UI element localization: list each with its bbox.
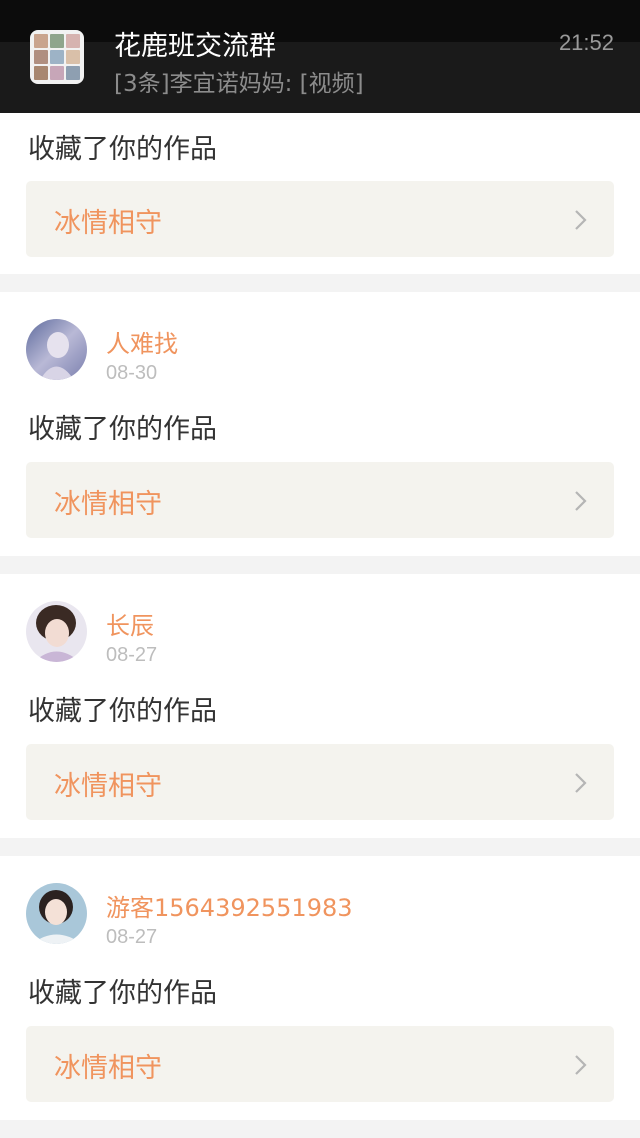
work-title: 冰情相守 — [54, 208, 162, 239]
chevron-right-icon — [575, 491, 587, 511]
notification-subtitle: [3条]李宜诺妈妈: [视频] — [114, 71, 364, 97]
work-title: 冰情相守 — [54, 771, 162, 802]
date: 08-27 — [106, 644, 158, 666]
feed-card: 游客1564392551983 08-27 收藏了你的作品 冰情相守 — [0, 856, 640, 1120]
chevron-right-icon — [575, 1055, 587, 1075]
work-link[interactable]: 冰情相守 — [26, 462, 614, 538]
feed-card: 长辰 08-27 收藏了你的作品 冰情相守 — [0, 574, 640, 838]
work-title: 冰情相守 — [54, 489, 162, 520]
feed-card: 收藏了你的作品 冰情相守 — [0, 113, 640, 274]
username[interactable]: 长辰 — [106, 606, 154, 641]
action-text: 收藏了你的作品 — [28, 696, 217, 727]
avatar[interactable] — [26, 601, 87, 662]
notification-title: 花鹿班交流群 — [114, 31, 276, 62]
screen: 消息 花鹿班交流群 [3条]李宜诺妈妈: [视频] 21:52 收藏了你的作品 … — [0, 0, 640, 1138]
username[interactable]: 游客1564392551983 — [106, 888, 353, 923]
avatar[interactable] — [26, 883, 87, 944]
work-link[interactable]: 冰情相守 — [26, 181, 614, 257]
work-title: 冰情相守 — [54, 1053, 162, 1084]
work-link[interactable]: 冰情相守 — [26, 744, 614, 820]
status-bar — [0, 0, 640, 42]
work-link[interactable]: 冰情相守 — [26, 1026, 614, 1102]
group-avatar — [30, 30, 84, 84]
date: 08-27 — [106, 926, 158, 948]
action-text: 收藏了你的作品 — [28, 978, 217, 1009]
feed-card: 人难找 08-30 收藏了你的作品 冰情相守 — [0, 292, 640, 556]
action-text: 收藏了你的作品 — [28, 414, 217, 445]
username[interactable]: 人难找 — [106, 324, 178, 359]
notification-banner[interactable]: 花鹿班交流群 [3条]李宜诺妈妈: [视频] 21:52 — [0, 0, 640, 113]
chevron-right-icon — [575, 773, 587, 793]
notification-time: 21:52 — [558, 30, 614, 55]
avatar[interactable] — [26, 319, 87, 380]
date: 08-30 — [106, 362, 158, 384]
chevron-right-icon — [575, 210, 587, 230]
action-text: 收藏了你的作品 — [28, 134, 217, 165]
